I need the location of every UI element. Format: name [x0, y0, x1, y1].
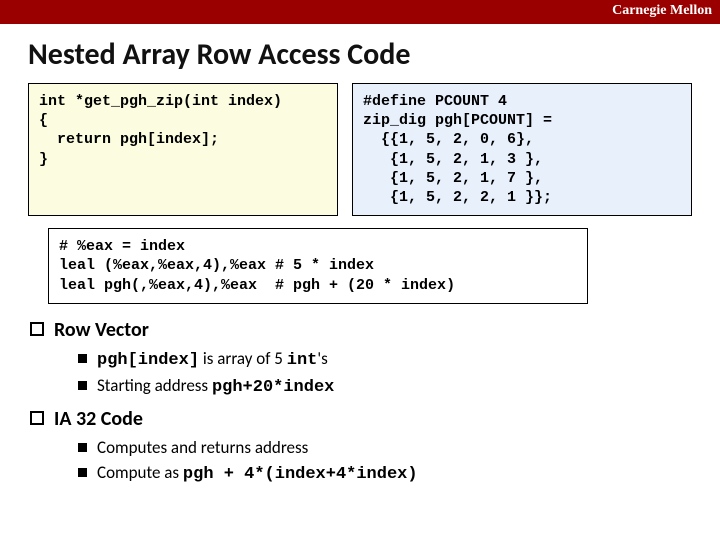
- text-span: 's: [317, 348, 327, 369]
- bullet-square-icon: [78, 381, 87, 390]
- text-span: Starting address: [97, 375, 212, 396]
- code-row: int *get_pgh_zip(int index) { return pgh…: [28, 83, 692, 216]
- code-span: int: [287, 351, 318, 370]
- bullet-item: Computes and returns address: [78, 435, 692, 461]
- bullet-hollow-icon: [30, 322, 44, 336]
- bullet-item: Starting address pgh+20*index: [78, 373, 692, 401]
- section-ia32: IA 32 Code: [30, 407, 692, 431]
- bullet-square-icon: [78, 443, 87, 452]
- c-source-box: int *get_pgh_zip(int index) { return pgh…: [28, 83, 338, 216]
- asm-box: # %eax = index leal (%eax,%eax,4),%eax #…: [48, 228, 588, 304]
- text-span: is array of 5: [199, 348, 287, 369]
- bullet-hollow-icon: [30, 411, 44, 425]
- text-span: Computes and returns address: [97, 437, 308, 458]
- code-span: pgh + 4*(index+4*index): [183, 465, 418, 484]
- title-bar: Carnegie Mellon: [0, 0, 720, 24]
- bullet-square-icon: [78, 468, 87, 477]
- brand-label: Carnegie Mellon: [612, 3, 712, 19]
- asm-wrap: # %eax = index leal (%eax,%eax,4),%eax #…: [28, 228, 692, 304]
- bullet-item: Compute as pgh + 4*(index+4*index): [78, 460, 692, 488]
- define-box: #define PCOUNT 4 zip_dig pgh[PCOUNT] = {…: [352, 83, 692, 216]
- slide-title: Nested Array Row Access Code: [28, 36, 692, 73]
- section-title: Row Vector: [54, 318, 149, 342]
- code-span: pgh[index]: [97, 351, 199, 370]
- bullet-item: pgh[index] is array of 5 int's: [78, 346, 692, 374]
- code-span: pgh+20*index: [212, 378, 334, 397]
- bullet-list: Row Vector pgh[index] is array of 5 int'…: [28, 318, 692, 488]
- slide-body: Nested Array Row Access Code int *get_pg…: [0, 24, 720, 488]
- bullet-square-icon: [78, 354, 87, 363]
- section-title: IA 32 Code: [54, 407, 143, 431]
- text-span: Compute as: [97, 462, 183, 483]
- section-row-vector: Row Vector: [30, 318, 692, 342]
